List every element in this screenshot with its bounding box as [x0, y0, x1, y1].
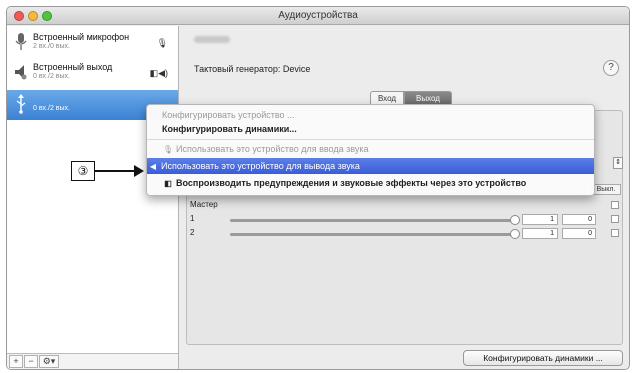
- device-context-menu: Конфигурировать устройство ... Конфигури…: [146, 104, 595, 196]
- device-name-blurred: [194, 36, 230, 43]
- device-name: Встроенный выход: [33, 62, 113, 72]
- menu-item-label: Использовать это устройство для ввода зв…: [176, 144, 369, 154]
- menu-item-configure-device[interactable]: Конфигурировать устройство ...: [147, 108, 594, 122]
- callout-arrow-line: [95, 170, 135, 172]
- volume-row-master: Мастер: [190, 200, 623, 212]
- callout-arrow-head-icon: [134, 165, 144, 177]
- device-channels: 0 вх./2 вых.: [33, 73, 70, 80]
- speaker-icon: ◀: [149, 162, 157, 171]
- volume-slider-knob[interactable]: [510, 215, 520, 225]
- menu-item-configure-speakers[interactable]: Конфигурировать динамики...: [147, 122, 594, 136]
- menu-separator: [147, 139, 594, 140]
- menu-item-use-for-output[interactable]: ◀ Использовать это устройство для вывода …: [147, 158, 594, 174]
- device-item-builtin-output[interactable]: Встроенный выход 0 вх./2 вых. ◧◀): [7, 58, 178, 88]
- remove-device-button[interactable]: −: [24, 355, 38, 368]
- clock-source-label: Тактовый генератор: Device: [194, 64, 311, 74]
- title-bar: Аудиоустройства: [7, 7, 629, 25]
- volume-row-1: 1 1 0: [190, 214, 623, 226]
- gear-menu-button[interactable]: ⚙▾: [39, 355, 59, 368]
- device-detail-pane: Тактовый генератор: Device ? Вход Выход …: [180, 26, 629, 369]
- volume-slider-knob[interactable]: [510, 229, 520, 239]
- volume-slider[interactable]: [230, 215, 520, 225]
- microphone-icon: [15, 33, 27, 50]
- db-value-field[interactable]: 0: [562, 214, 596, 225]
- window-title: Аудиоустройства: [278, 10, 358, 21]
- input-device-badge-icon: 🎙: [156, 38, 168, 48]
- alert-speaker-icon: ◧: [164, 179, 172, 188]
- microphone-icon: 🎙: [162, 145, 174, 154]
- default-output-badge-icon: ◧◀): [149, 68, 168, 78]
- usb-icon: [16, 94, 26, 114]
- speaker-icon: [15, 65, 27, 80]
- mute-column-header: Выкл.: [591, 184, 621, 195]
- menu-item-use-for-alerts[interactable]: ◧ Воспроизводить предупреждения и звуковы…: [147, 176, 594, 190]
- volume-slider[interactable]: [230, 229, 520, 239]
- menu-item-label: Воспроизводить предупреждения и звуковые…: [176, 178, 527, 188]
- add-device-button[interactable]: +: [9, 355, 23, 368]
- format-select-stepper[interactable]: ⇕: [613, 157, 623, 169]
- db-value-field[interactable]: 0: [562, 228, 596, 239]
- mute-checkbox[interactable]: [611, 215, 619, 223]
- device-list-toolbar: + − ⚙▾: [7, 353, 178, 369]
- configure-speakers-button[interactable]: Конфигурировать динамики ...: [463, 350, 623, 366]
- device-name: Встроенный микрофон: [33, 32, 130, 42]
- help-button[interactable]: ?: [603, 60, 619, 76]
- mute-checkbox[interactable]: [611, 229, 619, 237]
- channel-label: 2: [190, 228, 195, 237]
- device-item-builtin-microphone[interactable]: Встроенный микрофон 2 вх./0 вых. 🎙: [7, 28, 178, 58]
- mute-checkbox[interactable]: [611, 201, 619, 209]
- channel-label: Мастер: [190, 200, 218, 209]
- volume-value-field[interactable]: 1: [522, 214, 558, 225]
- device-channels: 0 вх./2 вых.: [33, 105, 70, 112]
- callout-number: ③: [71, 161, 95, 181]
- channel-label: 1: [190, 214, 195, 223]
- volume-value-field[interactable]: 1: [522, 228, 558, 239]
- menu-item-label: Использовать это устройство для вывода з…: [161, 161, 360, 171]
- menu-item-use-for-input[interactable]: 🎙 Использовать это устройство для ввода з…: [147, 142, 594, 156]
- device-channels: 2 вх./0 вых.: [33, 43, 70, 50]
- volume-row-2: 2 1 0: [190, 228, 623, 240]
- device-list: Встроенный микрофон 2 вх./0 вых. 🎙 Встро…: [7, 26, 179, 369]
